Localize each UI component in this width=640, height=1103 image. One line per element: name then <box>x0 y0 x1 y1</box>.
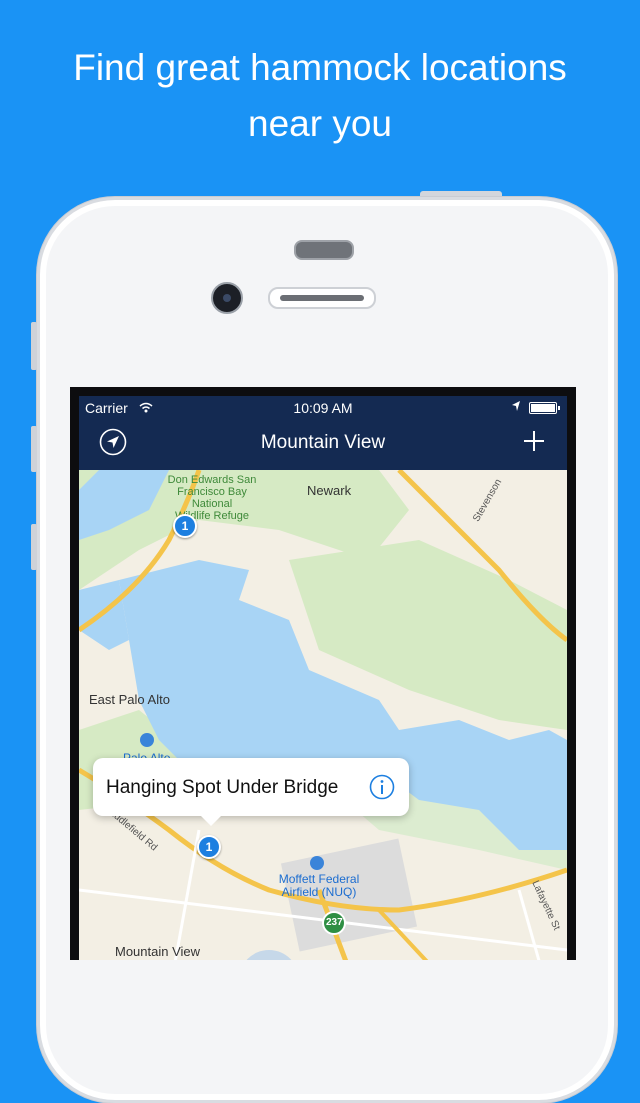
map-label-refuge-line-1: Don Edwards San <box>167 474 257 486</box>
location-pin-1[interactable]: 1 <box>173 514 197 538</box>
location-services-icon <box>511 399 521 415</box>
navigation-bar: Carrier 10:09 AM Mountain View <box>79 396 567 470</box>
phone-speaker <box>294 240 354 260</box>
map-view[interactable]: Don Edwards San Francisco Bay National W… <box>79 468 567 960</box>
plus-icon[interactable] <box>519 426 549 456</box>
status-bar: Carrier 10:09 AM <box>79 396 567 418</box>
battery-icon <box>529 402 560 414</box>
info-icon[interactable] <box>369 774 395 800</box>
headline-line-1: Find great hammock locations <box>73 47 567 88</box>
phone-earpiece <box>268 287 376 309</box>
map-label-refuge: Don Edwards San Francisco Bay National W… <box>157 474 267 522</box>
location-pin-2[interactable]: 1 <box>197 835 221 859</box>
map-label-refuge-line-3: National <box>191 498 233 510</box>
map-label-refuge-line-2: Francisco Bay <box>177 486 247 498</box>
map-label-moffett: Moffett Federal Airfield (NUQ) <box>269 873 369 899</box>
volume-down-button <box>31 524 37 570</box>
front-camera <box>211 282 243 314</box>
phone-screen: Don Edwards San Francisco Bay National W… <box>70 387 576 960</box>
nav-title: Mountain View <box>260 432 386 453</box>
headline: Find great hammock locations near you <box>0 40 640 152</box>
app-screen: Don Edwards San Francisco Bay National W… <box>79 396 567 960</box>
map-label-east-palo-alto: East Palo Alto <box>89 692 170 707</box>
headline-line-2: near you <box>248 103 392 144</box>
map-label-highway-237: 237 <box>326 917 343 928</box>
location-callout[interactable]: Hanging Spot Under Bridge <box>93 758 409 826</box>
status-time: 10:09 AM <box>293 400 353 416</box>
callout-title: Hanging Spot Under Bridge <box>106 777 339 798</box>
map-label-mountain-view: Mountain View <box>115 944 201 959</box>
map-label-newark: Newark <box>307 483 352 498</box>
mute-switch <box>31 322 37 370</box>
volume-up-button <box>31 426 37 472</box>
map-label-moffett-line-2: Airfield (NUQ) <box>281 885 357 899</box>
